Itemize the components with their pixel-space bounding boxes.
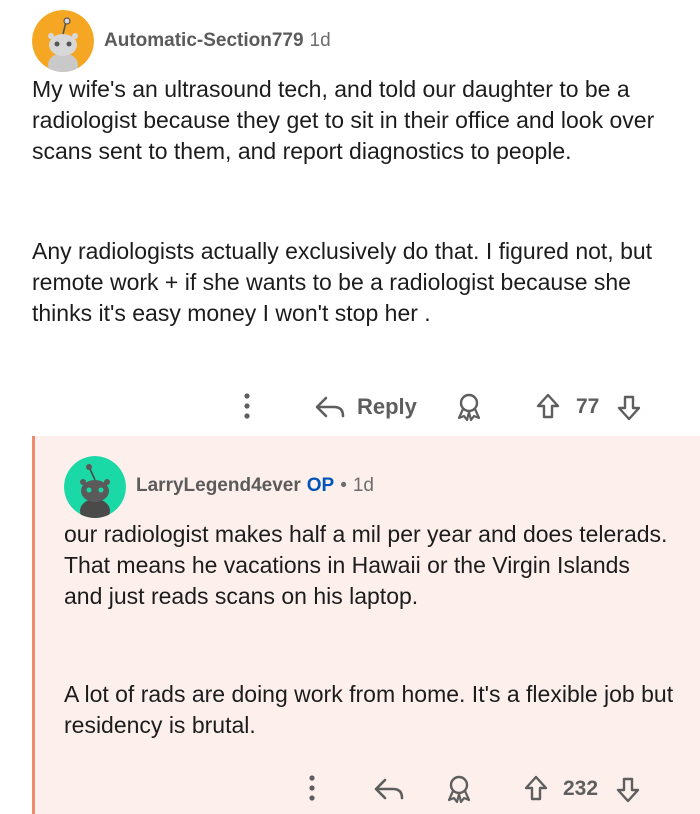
avatar[interactable] [64, 456, 126, 518]
timestamp: 1d [352, 475, 374, 496]
username[interactable]: Automatic-Section779 [104, 30, 304, 51]
username[interactable]: LarryLegend4ever [136, 475, 301, 496]
award-icon[interactable] [455, 392, 483, 422]
reply-paragraph: A lot of rads are doing work from home. … [64, 681, 674, 738]
downvote-icon[interactable] [615, 776, 641, 804]
comment-meta: Automatic-Section779 1d [104, 30, 331, 52]
snoo-avatar-icon [64, 456, 126, 518]
reply-button[interactable]: Reply [357, 394, 417, 420]
timestamp: 1d [309, 30, 331, 51]
comment: Automatic-Section779 1d My wife's an ultr… [0, 0, 700, 436]
op-badge: OP [306, 475, 335, 496]
separator: • [340, 475, 347, 496]
more-options-icon[interactable] [242, 392, 252, 420]
vote-count: 232 [563, 777, 599, 800]
reply-paragraph: our radiologist makes half a mil per yea… [64, 521, 668, 609]
reply-comment: LarryLegend4ever OP • 1d our radiologist ma… [32, 436, 700, 814]
comment-actions: Reply 77 [0, 386, 700, 426]
snoo-avatar-icon [32, 10, 94, 72]
vote-count: 77 [576, 395, 600, 418]
reply-meta: LarryLegend4ever OP • 1d [136, 475, 374, 497]
upvote-icon[interactable] [535, 392, 561, 420]
upvote-icon[interactable] [523, 774, 549, 802]
comment-paragraph: My wife's an ultrasound tech, and told o… [32, 76, 655, 164]
award-icon[interactable] [445, 774, 473, 804]
avatar[interactable] [32, 10, 94, 72]
reply-arrow-icon[interactable] [373, 776, 405, 802]
comment-paragraph: Any radiologists actually exclusively do… [32, 238, 653, 326]
reply-actions: 232 [35, 768, 700, 808]
downvote-icon[interactable] [616, 394, 642, 422]
more-options-icon[interactable] [307, 774, 317, 802]
reply-arrow-icon[interactable] [314, 394, 346, 420]
